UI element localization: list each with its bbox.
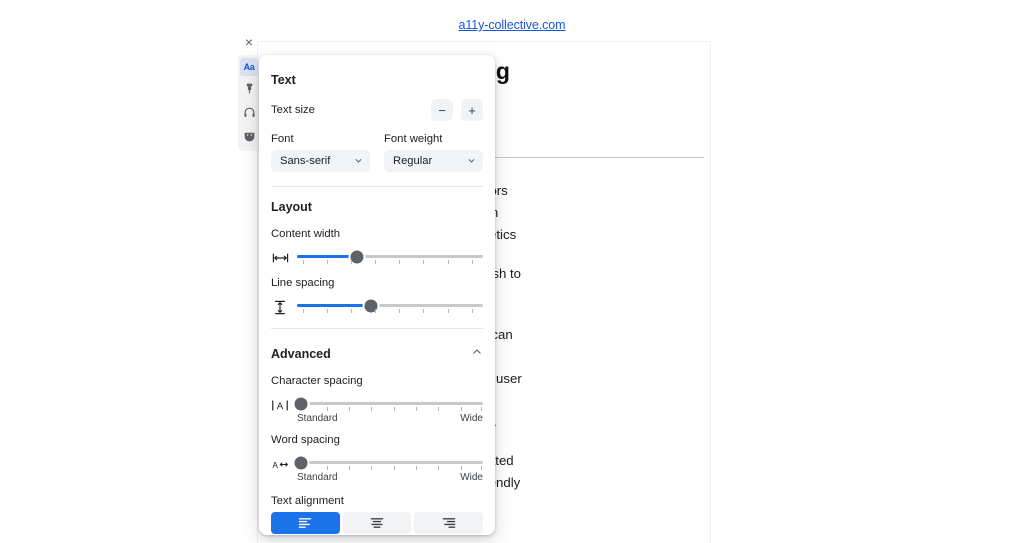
align-center-button[interactable] [342, 512, 412, 534]
divider [271, 186, 483, 187]
rail-item-highlighter[interactable] [240, 82, 258, 100]
slider-fill [297, 304, 372, 307]
align-left-button[interactable] [271, 512, 340, 534]
content-width-slider-row [271, 247, 483, 268]
chevron-down-icon [354, 156, 363, 167]
word-spacing-slider-row: A Standard Wide [271, 453, 483, 483]
line-spacing-slider-row [271, 296, 483, 317]
page-url-link[interactable]: a11y-collective.com [0, 18, 1024, 32]
font-label: Font [271, 133, 294, 145]
rail-item-read-aloud[interactable] [240, 106, 258, 124]
chevron-up-icon[interactable] [471, 345, 483, 357]
chevron-down-icon [467, 156, 476, 167]
text-size-stepper: − + [431, 99, 483, 121]
screen: a11y-collective.com Accessibility: Makin… [0, 0, 1024, 543]
rail-item-focus-mask[interactable] [240, 130, 258, 148]
advanced-section-header[interactable]: Advanced [271, 341, 483, 361]
reader-toolbar: Aa [238, 55, 260, 151]
slider-ticks [297, 466, 483, 474]
slider-track[interactable] [294, 397, 483, 410]
word-spacing-label: Word spacing [271, 434, 340, 446]
slider-fill [297, 255, 357, 258]
focus-mask-icon [243, 130, 256, 148]
svg-text:A: A [272, 459, 278, 469]
text-size-label: Text size [271, 104, 315, 116]
rail-item-text-settings[interactable]: Aa [240, 58, 258, 76]
slider-track[interactable] [297, 250, 483, 263]
headphones-icon [243, 106, 256, 124]
divider [271, 328, 483, 329]
character-spacing-slider-row: A Standard Wide [271, 394, 483, 424]
slider-ticks [297, 260, 483, 268]
content-width-slider[interactable] [297, 247, 483, 268]
font-select-value: Sans-serif [280, 155, 331, 167]
increase-text-size-button[interactable]: + [461, 99, 483, 121]
character-spacing-icon: A [271, 397, 289, 413]
content-width-icon [271, 250, 289, 266]
line-spacing-icon [271, 299, 289, 315]
slider-track[interactable] [297, 299, 483, 312]
text-alignment-label: Text alignment [271, 495, 344, 507]
character-spacing-slider[interactable]: Standard Wide [294, 394, 483, 424]
character-spacing-label: Character spacing [271, 375, 363, 387]
word-spacing-icon: A [271, 456, 289, 472]
content-width-label: Content width [271, 228, 341, 240]
word-spacing-slider[interactable]: Standard Wide [294, 453, 483, 483]
line-spacing-slider[interactable] [297, 296, 483, 317]
line-spacing-label: Line spacing [271, 277, 335, 289]
font-weight-select[interactable]: Regular [384, 150, 483, 172]
font-weight-select-value: Regular [393, 155, 433, 167]
text-alignment-group [271, 512, 484, 534]
highlighter-icon [243, 82, 256, 100]
section-heading-layout: Layout [271, 200, 312, 214]
slider-ticks [297, 407, 483, 415]
text-settings-panel: Text Text size − + Font Font weight Sans… [259, 55, 495, 535]
text-format-icon: Aa [243, 62, 255, 72]
svg-text:A: A [277, 401, 284, 411]
close-icon[interactable]: × [241, 34, 257, 50]
align-right-button[interactable] [414, 512, 484, 534]
slider-track[interactable] [294, 456, 483, 469]
decrease-text-size-button[interactable]: − [431, 99, 453, 121]
slider-ticks [297, 309, 483, 317]
font-selects: Sans-serif Regular [271, 150, 483, 172]
section-heading-advanced: Advanced [271, 347, 331, 361]
font-weight-label: Font weight [384, 133, 443, 145]
section-heading-text: Text [271, 73, 296, 87]
font-select[interactable]: Sans-serif [271, 150, 370, 172]
